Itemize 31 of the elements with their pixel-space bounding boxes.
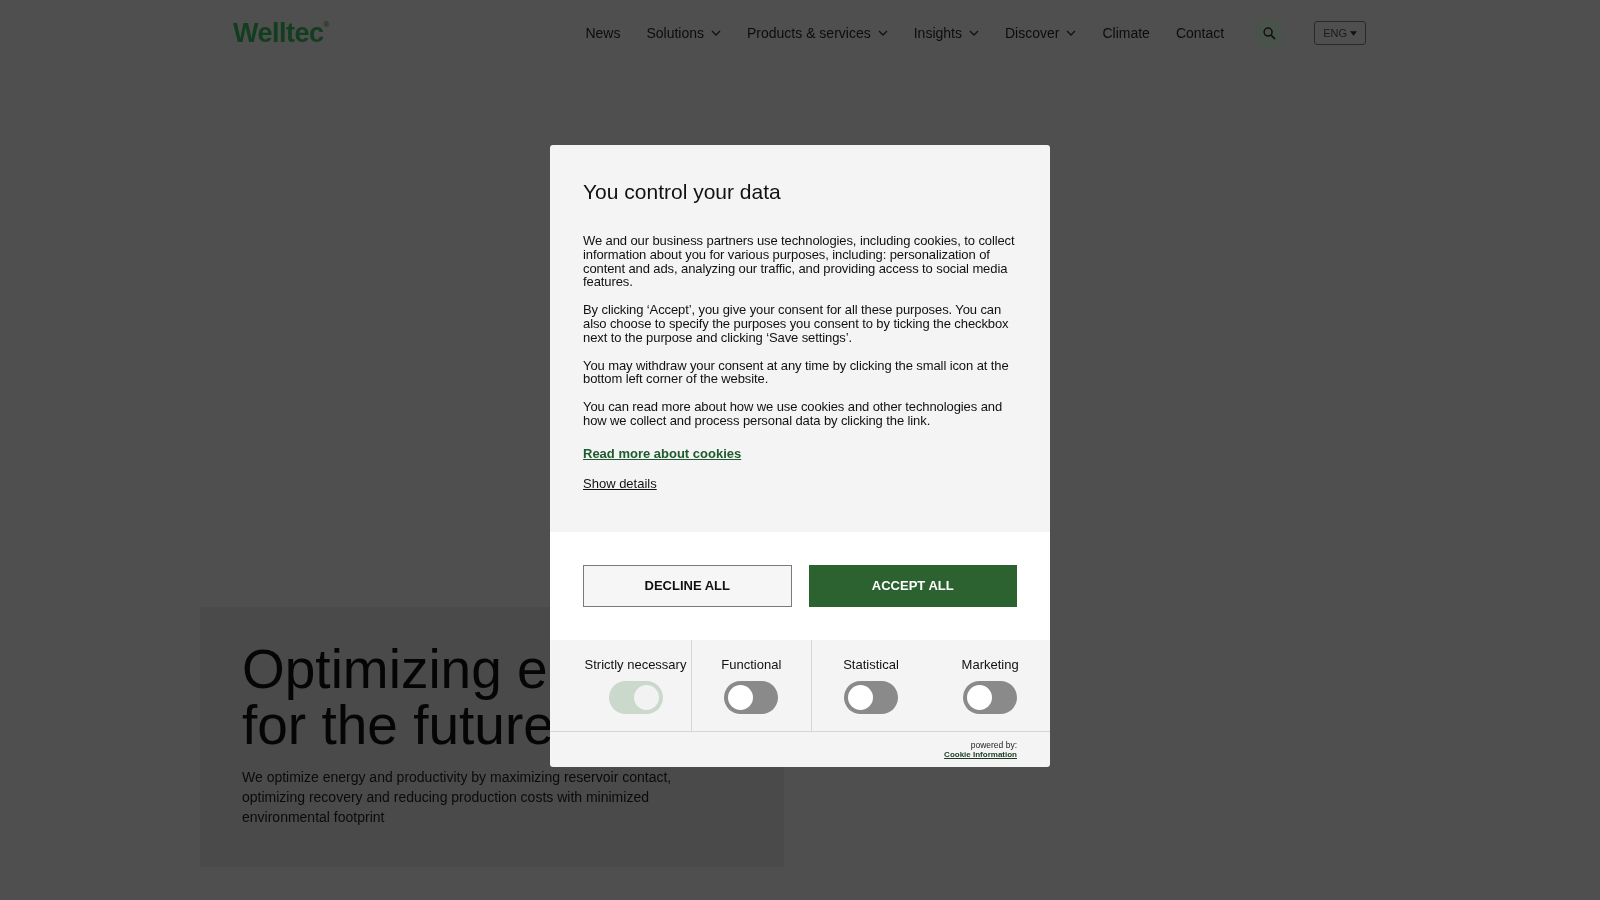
consent-paragraph: You can read more about how we use cookies and other technologies and how we collect and process personal data by clicking the link.	[583, 400, 1004, 428]
toggle-switch[interactable]	[844, 680, 898, 714]
nav-link[interactable]: News	[585, 25, 621, 41]
consent-paragraph: By clicking ‘Accept’, you give your consent for all these purposes. You can also choose to specify the purposes you consent to by ticking the checkbox next to the purpose and clicking ‘Save settings’.	[583, 303, 1010, 345]
nav-link[interactable]: Solutions	[646, 25, 721, 41]
toggle-switch[interactable]	[963, 680, 1018, 714]
caret-icon	[1350, 30, 1357, 36]
nav-link[interactable]: Products & services	[747, 25, 888, 41]
dialog-title: You control your data	[583, 180, 782, 204]
powered-by-label: powered by:	[970, 739, 1017, 750]
nav-link[interactable]: Insights	[913, 25, 979, 41]
consent-paragraph: We and our business partners use technologies, including cookies, to collect information about you for various purposes, including: personalization of content and ads, analyzing our traffic, and providing access to social media features.	[583, 234, 1016, 290]
accept-all-button[interactable]: ACCEPT ALL	[808, 564, 1017, 607]
read-more-link[interactable]: Read more about cookies	[583, 445, 742, 461]
category-label: Functional	[721, 656, 782, 672]
toggle-switch[interactable]	[724, 680, 779, 714]
hero-description: We optimize energy and productivity by maximizing reservoir contact, optimizing recovery and reducing production costs with minimized environmental footprint	[242, 768, 672, 827]
decline-all-button[interactable]: DECLINE ALL	[583, 564, 792, 607]
search-icon	[1262, 26, 1276, 40]
nav-link[interactable]: Contact	[1175, 25, 1225, 41]
show-details-link[interactable]: Show details	[583, 475, 657, 491]
registered-mark: ®	[323, 19, 330, 29]
nav-link[interactable]: Climate	[1102, 25, 1150, 41]
provider-link[interactable]: Cookie Information	[944, 749, 1017, 759]
category-label: Statistical	[843, 656, 899, 672]
category-label: Marketing	[961, 656, 1019, 672]
category-label: Strictly necessary	[584, 656, 687, 672]
consent-paragraph: You may withdraw your consent at any time by clicking the small icon at the bottom left corner of the website.	[583, 358, 1010, 387]
logo[interactable]: Welltec	[233, 17, 324, 49]
nav-link[interactable]: Discover	[1004, 25, 1077, 41]
search-button[interactable]	[1254, 18, 1285, 48]
